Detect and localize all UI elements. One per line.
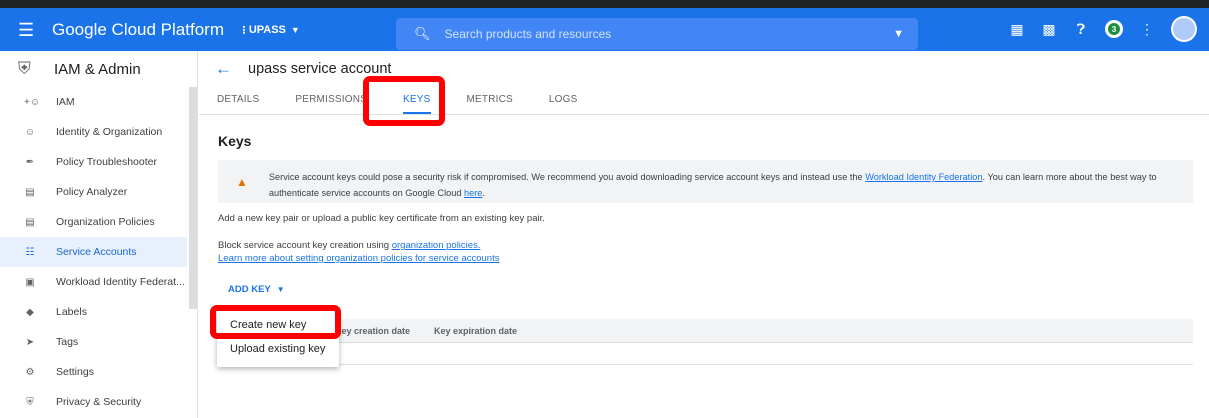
search-bar[interactable]: 🔍︎ Search products and resources ▼ (396, 18, 918, 50)
warning-banner: ▲ Service account keys could pose a secu… (218, 160, 1193, 203)
sidebar-item-label: Labels (56, 306, 87, 318)
sidebar-item-policy-analyzer[interactable]: ▤ Policy Analyzer (0, 177, 197, 207)
sidebar-item-label: IAM (56, 96, 75, 108)
sidebar: ⛨ IAM & Admin +☺ IAM ☺ Identity & Organiza… (0, 51, 198, 418)
block-text: Block service account key creation using (218, 240, 390, 251)
gift-icon[interactable]: ▦ (1009, 21, 1025, 38)
menu-icon[interactable]: ☰ (18, 21, 36, 39)
sidebar-item-label: Organization Policies (56, 216, 155, 228)
sidebar-item-tags[interactable]: ➤ Tags (0, 327, 197, 357)
sidebar-scrollbar[interactable] (189, 87, 197, 309)
sidebar-item-label: Policy Analyzer (56, 186, 128, 198)
learn-more-link[interactable]: Learn more about setting organization po… (218, 253, 499, 264)
search-input[interactable]: Search products and resources (445, 27, 894, 41)
account-circle-icon: ☺ (24, 126, 36, 138)
search-icon: 🔍︎ (414, 26, 431, 41)
sidebar-title: IAM & Admin (54, 60, 141, 78)
column-key-creation-date: Key creation date (335, 325, 411, 336)
add-key-button[interactable]: ADD KEY ▼ (228, 284, 1209, 295)
column-key-expiration-date: Key expiration date (434, 325, 518, 336)
organization-policies-link[interactable]: organization policies. (392, 240, 481, 251)
warning-text-end: . (482, 188, 485, 198)
search-expand-icon[interactable]: ▼ (893, 28, 904, 40)
policy-text: Block service account key creation using… (218, 239, 1209, 265)
page-title: upass service account (248, 61, 392, 77)
avatar[interactable] (1171, 16, 1197, 42)
more-vert-icon[interactable]: ⋮ (1139, 21, 1155, 38)
menu-item-upload-existing-key[interactable]: Upload existing key (217, 337, 339, 361)
workload-identity-link[interactable]: Workload Identity Federation (865, 172, 982, 182)
sidebar-item-label: Identity & Organization (56, 126, 163, 138)
id-card-icon: ▣ (25, 276, 35, 288)
wrench-icon: ✒ (25, 156, 35, 168)
warning-text-start: Service account keys could pose a securi… (268, 172, 863, 182)
sidebar-item-label: Policy Troubleshooter (56, 156, 157, 168)
project-name: UPASS (248, 23, 286, 36)
chevron-down-icon: ▼ (276, 285, 285, 294)
sidebar-item-label: Tags (56, 336, 79, 348)
sidebar-header: ⛨ IAM & Admin (0, 51, 197, 87)
project-dots-icon: ⁝ (241, 22, 246, 37)
sidebar-item-organization-policies[interactable]: ▤ Organization Policies (0, 207, 197, 237)
top-actions: ▦ ▩ ❓︎ 3 ⋮ (1009, 16, 1197, 42)
document-search-icon: ▤ (25, 186, 35, 198)
sidebar-item-settings[interactable]: ⚙ Settings (0, 357, 197, 387)
notification-count: 3 (1108, 23, 1120, 35)
sidebar-item-workload-identity[interactable]: ▣ Workload Identity Federat... (0, 267, 197, 297)
tab-permissions[interactable]: PERMISSIONS (295, 94, 367, 114)
tab-details[interactable]: DETAILS (217, 94, 259, 114)
cloud-shell-icon[interactable]: ▩ (1041, 21, 1057, 38)
service-account-icon: ☷ (25, 246, 35, 258)
sidebar-item-iam[interactable]: +☺ IAM (0, 87, 197, 117)
keys-tab-highlight (363, 76, 445, 126)
person-add-icon: +☺ (24, 96, 41, 108)
create-key-highlight (210, 305, 341, 339)
sidebar-item-label: Service Accounts (56, 246, 137, 258)
sidebar-item-service-accounts[interactable]: ☷ Service Accounts (0, 237, 187, 267)
keys-table-header: Key creation date Key expiration date (218, 319, 1193, 343)
back-arrow-icon[interactable]: ← (215, 59, 232, 79)
top-app-bar: ☰ Google Cloud Platform ⁝ UPASS ▼ 🔍︎ Sea… (0, 0, 1209, 51)
project-selector[interactable]: ⁝ UPASS ▼ (242, 23, 300, 37)
warning-text: Service account keys could pose a securi… (269, 169, 1181, 201)
sidebar-item-policy-troubleshooter[interactable]: ✒ Policy Troubleshooter (0, 147, 197, 177)
sidebar-item-label: Workload Identity Federat... (56, 276, 185, 288)
add-key-label: ADD KEY (228, 284, 271, 295)
notifications-badge[interactable]: 3 (1105, 20, 1123, 38)
avatar-image (1173, 18, 1195, 40)
list-icon: ▤ (25, 216, 35, 228)
sidebar-item-labels[interactable]: ◆ Labels (0, 297, 197, 327)
shield-icon: ⛨ (26, 396, 34, 408)
help-icon[interactable]: ❓︎ (1073, 21, 1089, 38)
keys-intro: Add a new key pair or upload a public ke… (218, 213, 545, 224)
sidebar-item-label: Settings (56, 366, 94, 378)
section-title: Keys (218, 133, 252, 149)
tag-icon: ➤ (25, 336, 35, 348)
page-header: ← upass service account (199, 51, 1209, 87)
sidebar-item-identity-organization[interactable]: ☺ Identity & Organization (0, 117, 197, 147)
sidebar-item-privacy-security[interactable]: ⛨ Privacy & Security (0, 387, 197, 417)
label-icon: ◆ (26, 306, 34, 318)
main-content: ← upass service account DETAILS PERMISSI… (199, 51, 1209, 418)
gear-icon: ⚙ (25, 366, 35, 378)
tab-bar: DETAILS PERMISSIONS KEYS METRICS LOGS (199, 87, 1209, 115)
here-link[interactable]: here (464, 188, 482, 198)
tab-logs[interactable]: LOGS (549, 94, 578, 114)
tab-metrics[interactable]: METRICS (467, 94, 513, 114)
sidebar-item-label: Privacy & Security (56, 396, 142, 408)
warning-icon: ▲ (236, 175, 248, 189)
shield-account-icon: ⛨ (18, 59, 31, 78)
app-title[interactable]: Google Cloud Platform (52, 20, 224, 40)
chevron-down-icon: ▼ (290, 24, 300, 35)
table-divider (218, 364, 1193, 365)
